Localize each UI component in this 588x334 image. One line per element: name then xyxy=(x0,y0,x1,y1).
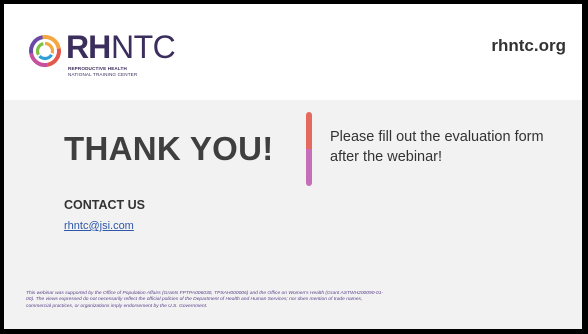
thank-you-heading: THANK YOU! xyxy=(64,130,274,167)
site-url: rhntc.org xyxy=(491,36,566,55)
slide: RH NTC REPRODUCTIVE HEALTH NATIONAL TRAI… xyxy=(4,4,582,329)
evaluation-message: Please fill out the evaluation form afte… xyxy=(330,129,544,165)
funding-disclaimer: This webinar was supported by the Office… xyxy=(26,291,384,309)
divider-top-segment xyxy=(306,112,312,149)
contact-heading: CONTACT US xyxy=(64,198,146,212)
rhntc-logo-mark-icon xyxy=(29,35,61,67)
divider-bottom-segment xyxy=(306,149,312,186)
vertical-divider xyxy=(306,112,312,186)
logo-subtitle-line2: NATIONAL TRAINING CENTER xyxy=(68,72,138,77)
header: RH NTC REPRODUCTIVE HEALTH NATIONAL TRAI… xyxy=(4,4,582,100)
logo-rh-text: RH xyxy=(66,29,111,65)
contact-email-link[interactable]: rhntc@jsi.com xyxy=(64,220,134,232)
logo-subtitle-line1: REPRODUCTIVE HEALTH xyxy=(68,66,127,71)
logo-ntc-text: NTC xyxy=(111,29,176,65)
rhntc-logo: RH NTC REPRODUCTIVE HEALTH NATIONAL TRAI… xyxy=(28,30,208,82)
